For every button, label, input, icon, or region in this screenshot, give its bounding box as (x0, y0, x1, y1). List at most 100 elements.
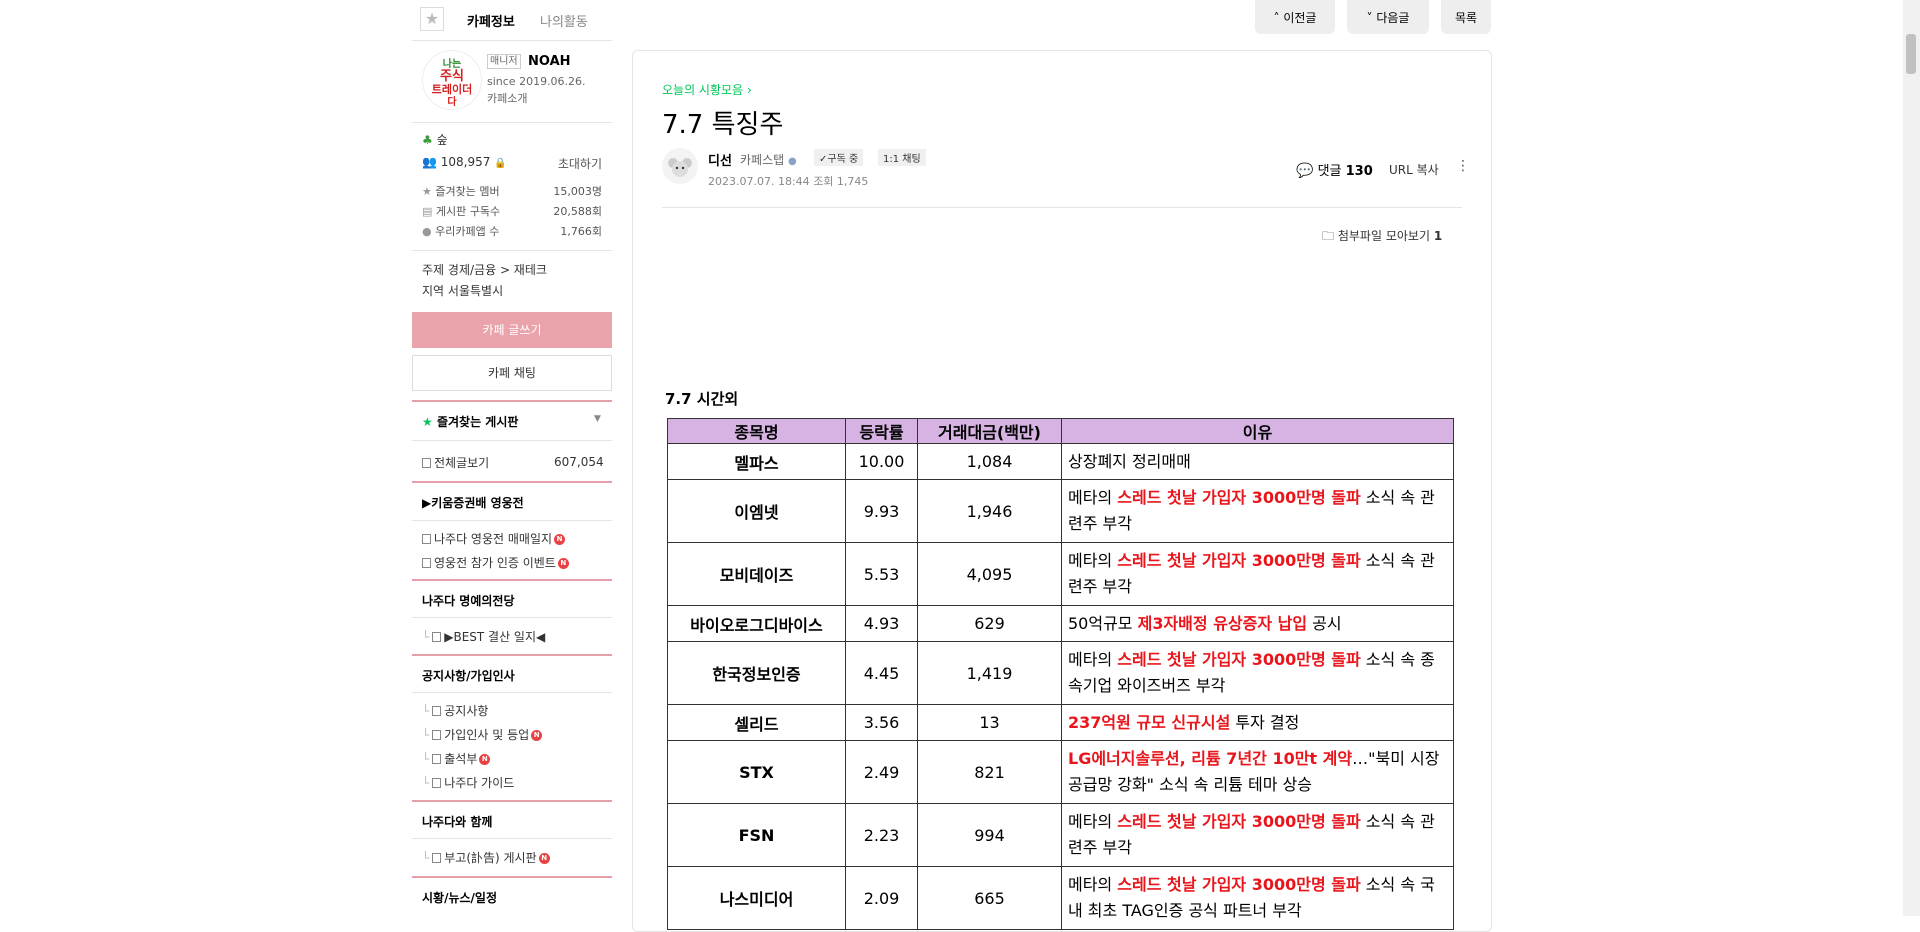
sidebar-item[interactable]: └ 공지사항 (422, 702, 488, 719)
member-count[interactable]: 108,957 (441, 155, 491, 169)
stock-reason: LG에너지솔루션, 리튬 7년간 10만t 계약…"북미 시장 공급망 강화" … (1061, 740, 1454, 804)
svg-text:주식: 주식 (440, 68, 464, 84)
stock-name: 나스미디어 (667, 866, 846, 930)
section-heading[interactable]: 나주다 명예의전당 (422, 592, 515, 609)
sidebar-item-all-posts[interactable]: 전체글보기 (422, 454, 489, 471)
document-icon (422, 534, 431, 544)
author-avatar[interactable] (662, 148, 698, 184)
section-line (412, 481, 612, 483)
cafe-chat-button[interactable]: 카페 채팅 (412, 355, 612, 391)
topic-value: 경제/금융 > 재테크 (447, 263, 547, 277)
svg-text:다: 다 (447, 95, 457, 108)
stat-row: ● 우리카페앱 수 1,766회 (422, 223, 602, 243)
stat-value: 20,588회 (553, 205, 602, 218)
stock-name: 모비데이즈 (667, 542, 846, 606)
stock-reason: 메타의 스레드 첫날 가입자 3000만명 돌파 소식 속 관련주 부각 (1061, 479, 1454, 543)
chat-button[interactable]: 1:1 채팅 (878, 149, 926, 166)
reason-highlight: 스레드 첫날 가입자 3000만명 돌파 (1117, 551, 1361, 570)
stock-amount: 13 (917, 704, 1062, 741)
all-posts-count: 607,054 (554, 455, 604, 469)
new-badge: N (538, 853, 550, 864)
comment-link[interactable]: 💬 댓글 130 (1296, 160, 1373, 179)
stat-row: ▤ 게시판 구독수 20,588회 (422, 203, 602, 223)
document-icon (432, 730, 442, 740)
sidebar-item[interactable]: └ 가입인사 및 등업 N (422, 726, 543, 743)
stock-rate: 2.49 (845, 740, 918, 804)
table-row: STX 2.49 821 LG에너지솔루션, 리튬 7년간 10만t 계약…"북… (667, 740, 1454, 804)
stock-amount: 994 (917, 803, 1062, 867)
table-row: FSN 2.23 994 메타의 스레드 첫날 가입자 3000만명 돌파 소식… (667, 803, 1454, 867)
sidebar-item[interactable]: └ 부고(訃告) 게시판 N (422, 849, 550, 866)
reason-text: 상장폐지 정리매매 (1068, 451, 1191, 471)
folder-icon: 🗀 (1322, 229, 1335, 243)
manager-name[interactable]: NOAH (528, 54, 571, 69)
document-icon (432, 778, 442, 788)
stock-name: 이엠넷 (667, 479, 846, 543)
divider (412, 838, 612, 839)
section-heading[interactable]: 시황/뉴스/일정 (422, 889, 497, 906)
tree-branch-icon: └ (422, 776, 430, 790)
stock-rate: 2.09 (845, 866, 918, 930)
list-button[interactable]: 목록 (1441, 0, 1491, 34)
stock-rate: 2.23 (845, 803, 918, 867)
app-icon: ● (422, 225, 432, 238)
sidebar-item[interactable]: └ 출석부 N (422, 750, 491, 767)
section-heading[interactable]: 나주다와 함께 (422, 813, 492, 830)
menu-label: 출석부 (444, 752, 478, 766)
stock-amount: 4,095 (917, 542, 1062, 606)
section-heading[interactable]: ▶키움증권배 영웅전 (422, 494, 524, 511)
favorite-star-icon[interactable]: ★ (420, 7, 444, 31)
sidebar-item[interactable]: 영웅전 참가 인증 이벤트 N (422, 554, 569, 571)
sidebar-item[interactable]: └ ▶BEST 결산 일지◀ (422, 628, 545, 645)
reason-highlight: 제3자배정 유상증자 납입 (1137, 613, 1308, 633)
author-name[interactable]: 디선 (708, 150, 732, 169)
article-title: 7.7 특징주 (662, 110, 784, 140)
url-copy-button[interactable]: URL 복사 (1389, 161, 1439, 178)
table-row: 멜파스 10.00 1,084 상장폐지 정리매매 (667, 443, 1454, 480)
invite-button[interactable]: 초대하기 (558, 155, 602, 172)
menu-label: 나주다 영웅전 매매일지 (434, 532, 553, 546)
stock-name: STX (667, 740, 846, 804)
cafe-intro-link[interactable]: 카페소개 (487, 90, 527, 106)
stock-reason: 메타의 스레드 첫날 가입자 3000만명 돌파 소식 속 관련주 부각 (1061, 542, 1454, 606)
page-scrollbar[interactable] (1903, 0, 1920, 916)
sidebar-item[interactable]: └ 나주다 가이드 (422, 774, 514, 791)
stock-reason: 메타의 스레드 첫날 가입자 3000만명 돌파 소식 속 국내 최초 TAG인… (1061, 866, 1454, 930)
reason-text: 메타의 (1068, 551, 1118, 570)
stock-reason: 상장폐지 정리매매 (1061, 443, 1454, 480)
prev-post-button[interactable]: ˄ 이전글 (1255, 0, 1335, 34)
menu-label: 가입인사 및 등업 (444, 728, 530, 742)
cafe-logo[interactable]: 나는 주식 트레이더 다 (422, 50, 482, 110)
stock-reason: 메타의 스레드 첫날 가입자 3000만명 돌파 소식 속 관련주 부각 (1061, 803, 1454, 867)
staff-icon: ● (788, 156, 797, 167)
tab-cafe-info[interactable]: 카페정보 (467, 11, 515, 30)
table-row: 셀리드 3.56 13 237억원 규모 신규시설 투자 결정 (667, 704, 1454, 741)
checkbox-icon (432, 754, 442, 764)
sidebar-item[interactable]: 나주다 영웅전 매매일지 N (422, 530, 566, 547)
menu-label: ▶BEST 결산 일지◀ (444, 630, 546, 644)
tab-my-activity[interactable]: 나의활동 (540, 11, 588, 30)
stock-name: 한국정보인증 (667, 641, 846, 705)
stock-rate: 9.93 (845, 479, 918, 543)
section-heading[interactable]: 공지사항/가입인사 (422, 667, 515, 684)
reason-highlight: LG에너지솔루션, 리튬 7년간 10만t 계약 (1068, 749, 1353, 768)
stock-rate: 5.53 (845, 542, 918, 606)
attachments-button[interactable]: 🗀 첨부파일 모아보기 1 (1322, 227, 1442, 248)
scrollbar-thumb[interactable] (1906, 34, 1916, 74)
reason-highlight: 237억원 규모 신규시설 (1068, 712, 1231, 732)
favorites-board-heading[interactable]: ★ 즐겨찾는 게시판 (422, 413, 518, 430)
caret-down-icon[interactable]: ▼ (594, 414, 601, 424)
favorites-label: 즐겨찾는 게시판 (436, 415, 519, 429)
subscribe-button[interactable]: ✓구독 중 (814, 149, 864, 166)
cafe-write-button[interactable]: 카페 글쓰기 (412, 312, 612, 348)
document-icon (422, 558, 431, 568)
menu-label: 영웅전 참가 인증 이벤트 (434, 556, 556, 570)
next-post-button[interactable]: ˅ 다음글 (1347, 0, 1429, 34)
document-icon (432, 632, 442, 642)
article-date: 2023.07.07. 18:44 (708, 175, 810, 188)
attach-count: 1 (1433, 229, 1443, 243)
sidebar-tabs: ★ 카페정보 나의활동 (412, 0, 612, 41)
board-link[interactable]: 오늘의 시황모음 › (662, 81, 752, 98)
more-options-icon[interactable]: ⋮ (1456, 158, 1470, 174)
stock-reason: 메타의 스레드 첫날 가입자 3000만명 돌파 소식 속 종속기업 와이즈버즈… (1061, 641, 1454, 705)
